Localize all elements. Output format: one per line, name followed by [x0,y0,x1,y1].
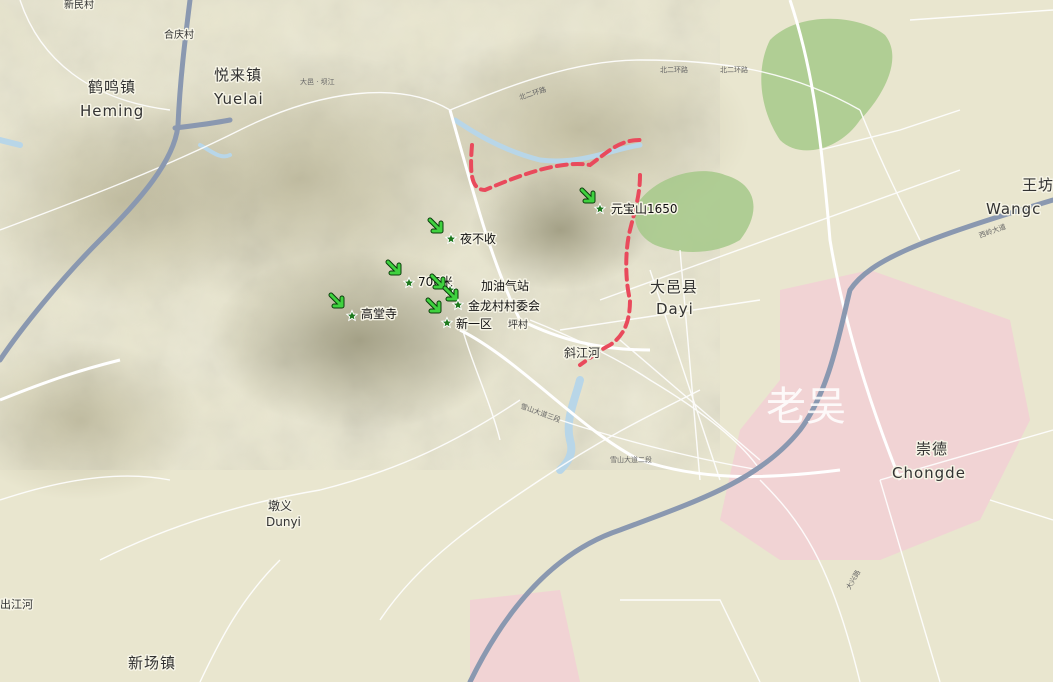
poi-label-yebushou[interactable]: 夜不收 [459,230,498,248]
place-wang-cn: 王坊 [1022,176,1053,194]
place-wang-en: Wangc [986,200,1041,218]
road-label-n-ring-3: 北二环路 [720,65,748,74]
map-canvas[interactable]: 北二环路 北二环路 北二环路 大邑 · 坝江 雪山大道三段 雪山大道二段 西岭大… [0,0,1053,682]
poi-label-yuanbao[interactable]: 元宝山1650 [610,201,680,218]
poi-label-xinyiqu[interactable]: 新一区 [455,315,494,333]
hillshade [0,0,750,500]
place-chongde-cn: 崇德 [916,440,948,458]
place-dunyi-cn: 墩义 [268,499,292,513]
place-dayi-en: Dayi [656,300,694,318]
poi-label-jinlong[interactable]: 金龙村村委会 [467,297,542,315]
place-yuelai-cn: 悦来镇 [214,66,262,84]
place-dunyi-en: Dunyi [266,515,301,529]
road-label-xueshan-2: 雪山大道二段 [610,455,652,464]
poi-label-gaotang[interactable]: 高堂寺 [360,305,399,323]
place-xinmin: 新民村 [64,0,94,11]
place-ping: 坪村 [508,318,528,331]
poi-label-jiayou[interactable]: 加油气站 [480,277,531,295]
place-chongde-en: Chongde [892,464,966,482]
watermark: 老吴 [766,384,846,430]
place-xiejiang: 斜江河 [564,346,600,360]
place-yuelai-en: Yuelai [213,90,264,108]
place-heming-en: Heming [80,102,144,120]
road-label-dayi: 大邑 · 坝江 [300,77,335,86]
place-heming-cn: 鹤鸣镇 [88,78,136,96]
place-xinchang-cn: 新场镇 [128,654,176,672]
place-chujiang: 出江河 [0,597,33,611]
place-heqing: 合庆村 [164,28,194,41]
place-dayi-cn: 大邑县 [650,278,698,296]
road-label-n-ring-2: 北二环路 [660,65,688,74]
